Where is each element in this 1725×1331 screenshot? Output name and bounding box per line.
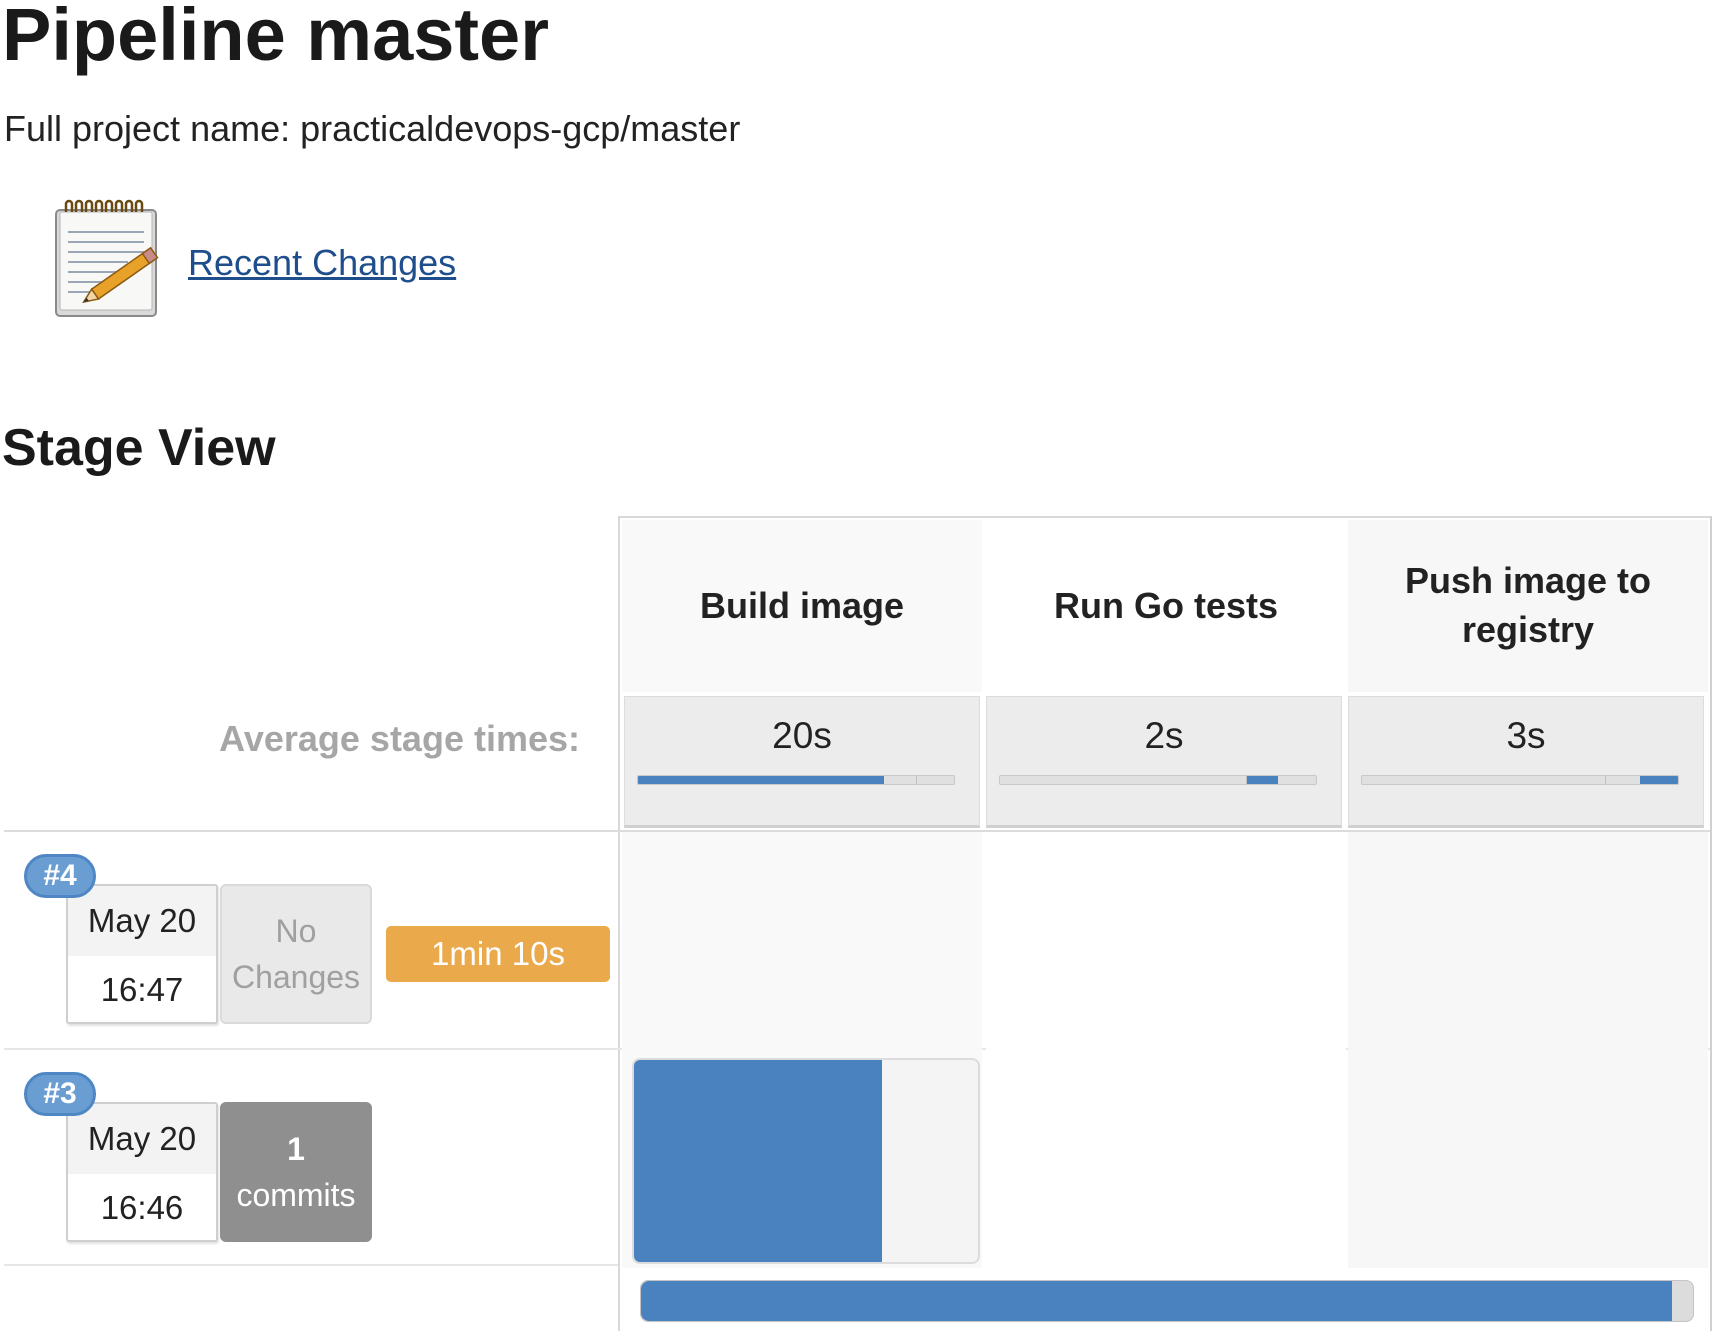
running-stage-progress: [634, 1060, 882, 1262]
average-time-cell: 2s: [986, 696, 1342, 828]
average-time-cell: 20s: [624, 696, 980, 828]
average-time-fill: [638, 776, 885, 784]
average-time-bar: [637, 775, 955, 785]
build-number-badge[interactable]: #3: [24, 1072, 96, 1116]
full-project-name-value: practicaldevops-gcp/master: [300, 108, 741, 149]
build-duration-badge: 1min 10s: [386, 926, 610, 982]
average-time-bar: [1361, 775, 1679, 785]
build-changes-box: No Changes: [220, 884, 372, 1024]
build-date-box[interactable]: May 20 16:47: [66, 884, 218, 1024]
build-date: May 20: [68, 886, 216, 956]
build-date: May 20: [68, 1104, 216, 1174]
average-stage-times-label: Average stage times:: [219, 718, 580, 759]
average-time-bar: [999, 775, 1317, 785]
build-time: 16:47: [100, 971, 184, 1008]
stage-header-build-image: Build image: [622, 520, 982, 692]
average-time-fill: [1246, 776, 1279, 784]
build-time: 16:46: [100, 1189, 184, 1226]
commits-count: 1: [287, 1130, 305, 1167]
build-row-divider: [4, 1264, 618, 1266]
build-number-badge[interactable]: #4: [24, 854, 96, 898]
stage-view-title: Stage View: [2, 419, 276, 477]
stage-cell[interactable]: [1348, 1050, 1708, 1268]
average-time-cell: 3s: [1348, 696, 1704, 828]
stage-header-run-go-tests: Run Go tests: [986, 520, 1346, 692]
full-project-name: Full project name: practicaldevops-gcp/ma…: [4, 108, 740, 150]
stage-cell[interactable]: [1348, 832, 1708, 1050]
recent-changes-link[interactable]: Recent Changes: [188, 242, 456, 284]
average-time-fill: [1640, 776, 1678, 784]
build-progress-fill: [641, 1281, 1672, 1321]
full-project-name-label: Full project name:: [4, 108, 291, 149]
average-time-value: 20s: [772, 715, 832, 756]
page-title: Pipeline master: [2, 0, 550, 76]
stage-cell[interactable]: [986, 1050, 1346, 1268]
commits-label: commits: [236, 1177, 356, 1213]
stage-cell[interactable]: [986, 832, 1346, 1050]
running-stage-cell[interactable]: [632, 1058, 980, 1264]
stage-header-push-image: Push image to registry: [1348, 520, 1708, 692]
average-time-value: 2s: [1144, 715, 1184, 756]
average-time-value: 3s: [1506, 715, 1546, 756]
build-date-box[interactable]: May 20 16:46: [66, 1102, 218, 1242]
stage-cell[interactable]: [622, 832, 982, 1050]
build-commits-box[interactable]: 1 commits: [220, 1102, 372, 1242]
notepad-pencil-icon[interactable]: [48, 198, 172, 322]
build-progress-bar: [640, 1280, 1694, 1322]
